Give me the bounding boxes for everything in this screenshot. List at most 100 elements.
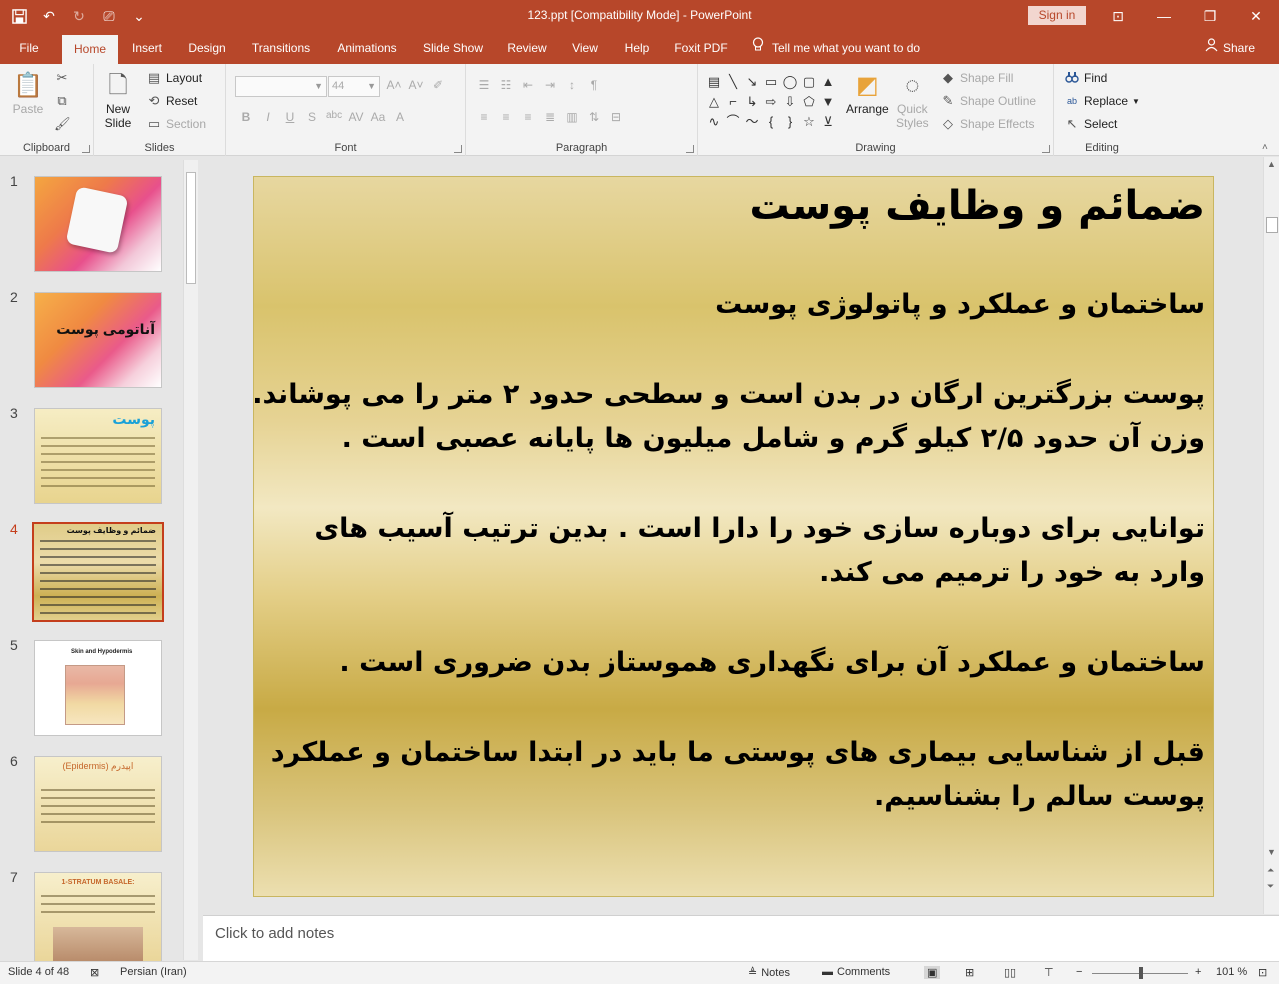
find-button[interactable]: Find [1064, 70, 1107, 86]
text-direction-icon[interactable]: ⇅ [586, 110, 602, 124]
spelling-icon[interactable]: ⊠ [90, 966, 99, 979]
slide-line-6[interactable]: ساختمان و عملکرد آن برای نگهداری هموستاز… [339, 641, 1205, 685]
align-center-icon[interactable]: ≡ [498, 110, 514, 124]
slide-scroll-thumb[interactable] [1266, 217, 1278, 233]
align-right-icon[interactable]: ≡ [520, 110, 536, 124]
shape-effects-button[interactable]: ◇ Shape Effects [940, 116, 1035, 132]
rounded-rect-shape-icon[interactable]: ▢ [800, 72, 818, 91]
gallery-up-icon[interactable]: ▲ [819, 72, 837, 91]
font-family-combo[interactable]: ▼ [235, 76, 327, 97]
star-shape-icon[interactable]: ☆ [800, 112, 818, 131]
thumbnail-scrollbar[interactable] [183, 160, 198, 960]
sign-in-button[interactable]: Sign in [1028, 6, 1086, 25]
bullets-icon[interactable]: ☰ [476, 78, 492, 92]
slide-line-7[interactable]: قبل از شناسایی بیماری های پوستی ما باید … [271, 731, 1205, 775]
shape-outline-button[interactable]: ✎ Shape Outline [940, 93, 1037, 109]
reset-button[interactable]: ⟲ Reset [146, 93, 198, 109]
close-icon[interactable]: ✕ [1233, 0, 1279, 32]
reading-view-icon[interactable]: ▯▯ [1004, 966, 1016, 979]
line-spacing-icon[interactable]: ↕ [564, 78, 580, 92]
restore-icon[interactable]: ❐ [1187, 0, 1233, 32]
previous-slide-icon[interactable]: ⏶ [1267, 865, 1274, 876]
columns-icon[interactable]: ▥ [564, 110, 580, 124]
slide-thumbnail-3[interactable]: پوست [34, 408, 162, 504]
slide-thumbnail-5[interactable]: Skin and Hypodermis [34, 640, 162, 736]
change-case-icon[interactable]: Aa [370, 110, 386, 124]
slide-line-4[interactable]: توانایی برای دوباره سازی خود را دارا است… [314, 507, 1205, 551]
increase-indent-icon[interactable]: ⇥ [542, 78, 558, 92]
shapes-gallery[interactable]: ▤ ╲ ↘ ▭ ◯ ▢ ▲ △ ⌐ ↳ ⇨ ⇩ ⬠ ▼ ∿ ⌒ 〜{} ☆ ⊻ [705, 72, 845, 134]
zoom-level[interactable]: 101 % [1216, 966, 1247, 978]
clear-format-icon[interactable]: ✐ [430, 78, 446, 92]
paragraph-launcher-icon[interactable] [686, 145, 694, 153]
spacing-icon[interactable]: AV [348, 110, 364, 124]
zoom-slider-thumb[interactable] [1139, 967, 1143, 979]
slide-thumbnail-2[interactable]: آناتومی پوست [34, 292, 162, 388]
arrow-shape-icon[interactable]: ↘ [743, 72, 761, 91]
tab-transitions[interactable]: Transitions [246, 32, 316, 64]
triangle-shape-icon[interactable]: △ [705, 92, 723, 111]
slide-line-2[interactable]: پوست بزرگترین ارگان در بدن است و سطحی حد… [252, 373, 1205, 417]
underline-icon[interactable]: U [282, 110, 298, 124]
rtl-icon[interactable]: ¶ [586, 78, 602, 92]
oval-shape-icon[interactable]: ◯ [781, 72, 799, 91]
notes-pane[interactable]: Click to add notes [203, 915, 1279, 961]
gallery-down-icon[interactable]: ▼ [819, 92, 837, 111]
numbering-icon[interactable]: ☷ [498, 78, 514, 92]
normal-view-icon[interactable]: ▣ [924, 966, 941, 979]
copy-button[interactable]: ⧉ [54, 93, 70, 109]
fit-slide-icon[interactable]: ⊡ [1258, 966, 1267, 979]
flowchart-shape-icon[interactable]: ⬠ [800, 92, 818, 111]
shrink-font-icon[interactable]: A˅ [408, 78, 424, 92]
slide-title[interactable]: ضمائم و وظایف پوست [749, 183, 1205, 229]
font-color-icon[interactable]: A [392, 110, 408, 124]
tab-review[interactable]: Review [502, 32, 552, 64]
gallery-more-icon[interactable]: ⊻ [819, 112, 837, 131]
tab-insert[interactable]: Insert [124, 32, 170, 64]
clipboard-launcher-icon[interactable] [82, 145, 90, 153]
arc-shape-icon[interactable]: ⌒ [724, 112, 742, 131]
bold-icon[interactable]: B [238, 110, 254, 124]
right-arrow-shape-icon[interactable]: ⇨ [762, 92, 780, 111]
shadow-icon[interactable]: S [304, 110, 320, 124]
new-slide-button[interactable]: 🗋 New Slide [102, 70, 134, 130]
thumbnail-scroll-thumb[interactable] [186, 172, 196, 284]
current-slide[interactable]: ضمائم و وظایف پوست ساختمان و عملکرد و پا… [252, 176, 1214, 897]
strikethrough-icon[interactable]: abc [326, 110, 342, 124]
section-button[interactable]: ▭ Section [146, 116, 206, 132]
slideshow-view-icon[interactable]: ⊤ [1044, 966, 1054, 979]
slide-line-8[interactable]: پوست سالم را بشناسیم. [874, 775, 1205, 819]
format-painter-button[interactable]: 🖌 [54, 116, 71, 132]
down-arrow-shape-icon[interactable]: ⇩ [781, 92, 799, 111]
quick-styles-button[interactable]: ◌ Quick Styles [896, 70, 929, 130]
scroll-down-icon[interactable]: ▼ [1267, 847, 1276, 857]
slide-thumbnail-4[interactable]: ضمائم و وظایف پوست [32, 522, 164, 622]
align-text-icon[interactable]: ⊟ [608, 110, 624, 124]
slide-sorter-icon[interactable]: ⊞ [965, 966, 974, 979]
shape-fill-button[interactable]: ◆ Shape Fill [940, 70, 1013, 86]
tab-view[interactable]: View [566, 32, 604, 64]
textbox-shape-icon[interactable]: ▤ [705, 72, 723, 91]
slide-line-1[interactable]: ساختمان و عملکرد و پاتولوژی پوست [715, 283, 1205, 327]
paste-button[interactable]: 📋 Paste [12, 70, 44, 116]
layout-button[interactable]: ▤ Layout [146, 70, 202, 86]
grow-font-icon[interactable]: A˄ [386, 78, 402, 92]
next-slide-icon[interactable]: ⏷ [1267, 881, 1274, 892]
tab-home[interactable]: Home [62, 35, 118, 64]
elbow-shape-icon[interactable]: ⌐ [724, 92, 742, 111]
justify-icon[interactable]: ≣ [542, 110, 558, 124]
collapse-ribbon-icon[interactable]: ˄ [1262, 142, 1268, 153]
align-left-icon[interactable]: ≡ [476, 110, 492, 124]
notes-button[interactable]: ≜ Notes [748, 966, 790, 980]
decrease-indent-icon[interactable]: ⇤ [520, 78, 536, 92]
select-button[interactable]: ↖ Select [1064, 116, 1118, 132]
font-launcher-icon[interactable] [454, 145, 462, 153]
arrange-button[interactable]: ◩ Arrange [846, 70, 889, 116]
comments-button[interactable]: ▬ Comments [822, 966, 890, 978]
tab-slide-show[interactable]: Slide Show [418, 32, 488, 64]
slide-line-3[interactable]: وزن آن حدود ۲/۵ کیلو گرم و شامل میلیون ه… [342, 417, 1205, 461]
cut-button[interactable]: ✂ [54, 70, 70, 86]
zoom-in-icon[interactable]: + [1195, 966, 1201, 978]
share-button[interactable]: Share [1205, 32, 1255, 64]
tab-help[interactable]: Help [618, 32, 656, 64]
